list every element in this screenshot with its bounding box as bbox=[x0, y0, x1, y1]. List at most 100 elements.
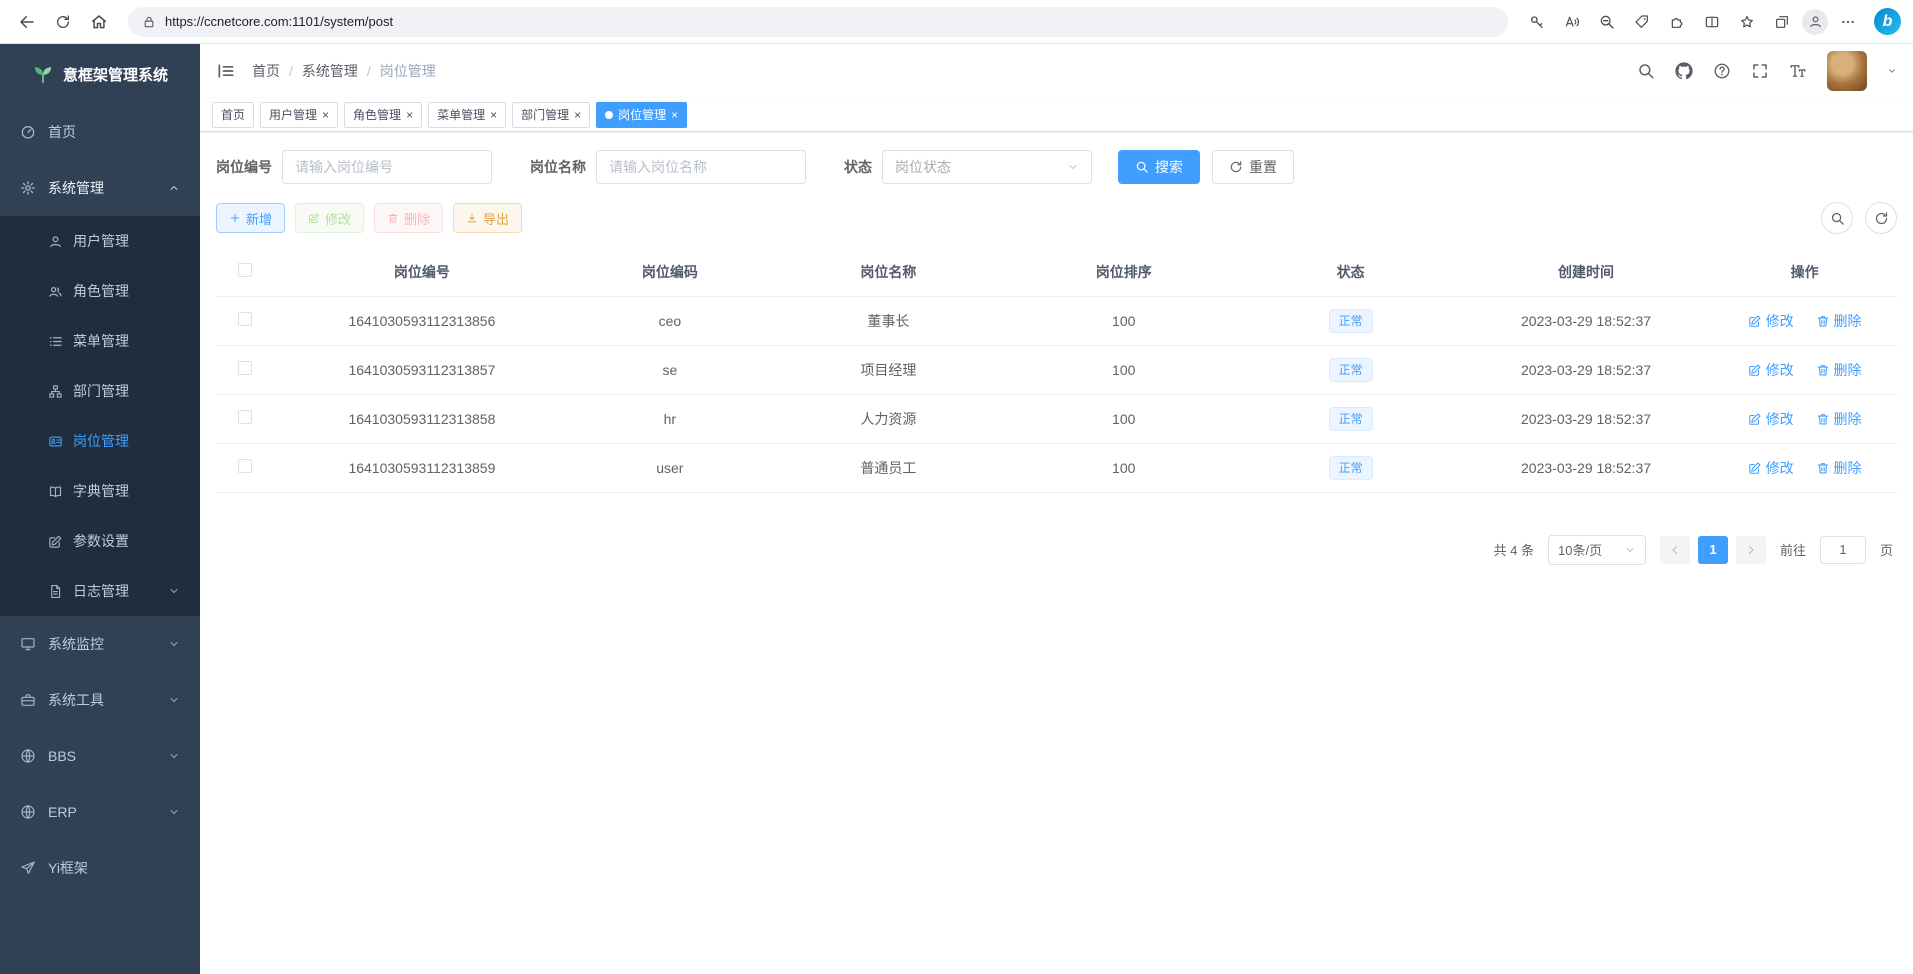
col-header-actions: 操作 bbox=[1712, 248, 1897, 296]
sidebar-item-user-management[interactable]: 用户管理 bbox=[0, 216, 200, 266]
row-edit-button[interactable]: 修改 bbox=[1748, 311, 1794, 331]
cell-post-code: hr bbox=[569, 394, 771, 443]
row-delete-button[interactable]: 删除 bbox=[1816, 409, 1862, 429]
breadcrumb-home[interactable]: 首页 bbox=[252, 61, 280, 81]
system-submenu: 用户管理 角色管理 菜单管理 部门管理 bbox=[0, 216, 200, 616]
favorites-button[interactable] bbox=[1732, 7, 1762, 37]
sidebar-item-label: 日志管理 bbox=[73, 581, 129, 601]
collections-button[interactable] bbox=[1767, 7, 1797, 37]
tab-post-management[interactable]: 岗位管理 × bbox=[596, 102, 687, 128]
row-delete-button[interactable]: 删除 bbox=[1816, 360, 1862, 380]
users-icon bbox=[48, 284, 63, 299]
app-header: 首页 / 系统管理 / 岗位管理 bbox=[200, 44, 1913, 98]
address-bar[interactable]: https://ccnetcore.com:1101/system/post bbox=[128, 7, 1508, 37]
back-button[interactable] bbox=[12, 7, 42, 37]
browser-toolbar-icons: b bbox=[1522, 7, 1901, 37]
export-button[interactable]: 导出 bbox=[453, 203, 522, 233]
font-size-icon[interactable] bbox=[1789, 62, 1807, 80]
post-name-input[interactable] bbox=[596, 150, 806, 184]
github-icon[interactable] bbox=[1675, 62, 1693, 80]
tab-user-management[interactable]: 用户管理 × bbox=[260, 102, 338, 128]
sidebar-collapse-icon[interactable] bbox=[216, 61, 236, 81]
sidebar-item-home[interactable]: 首页 bbox=[0, 104, 200, 160]
read-aloud-button[interactable] bbox=[1557, 7, 1587, 37]
fullscreen-icon[interactable] bbox=[1751, 62, 1769, 80]
sidebar-item-parameter-settings[interactable]: 参数设置 bbox=[0, 516, 200, 566]
browser-profile-avatar[interactable] bbox=[1802, 9, 1828, 35]
extensions-button[interactable] bbox=[1662, 7, 1692, 37]
close-icon[interactable]: × bbox=[490, 109, 497, 121]
page-size-select[interactable]: 10条/页 bbox=[1548, 535, 1646, 565]
sidebar-item-label: 系统监控 bbox=[48, 634, 104, 654]
sidebar-item-menu-management[interactable]: 菜单管理 bbox=[0, 316, 200, 366]
page-1-button[interactable]: 1 bbox=[1698, 536, 1728, 564]
search-button-label: 搜索 bbox=[1155, 157, 1183, 177]
cell-post-id: 1641030593112313859 bbox=[275, 443, 569, 492]
cell-post-name: 人力资源 bbox=[771, 394, 1006, 443]
status-tag: 正常 bbox=[1329, 456, 1373, 480]
badge-icon bbox=[48, 434, 63, 449]
add-button[interactable]: 新增 bbox=[216, 203, 285, 233]
add-button-label: 新增 bbox=[246, 209, 272, 228]
close-icon[interactable]: × bbox=[406, 109, 413, 121]
sidebar-item-system-management[interactable]: 系统管理 bbox=[0, 160, 200, 216]
help-icon[interactable] bbox=[1713, 62, 1731, 80]
tab-role-management[interactable]: 角色管理 × bbox=[344, 102, 422, 128]
close-icon[interactable]: × bbox=[574, 109, 581, 121]
tab-home[interactable]: 首页 bbox=[212, 102, 254, 128]
site-info-lock-icon[interactable] bbox=[142, 15, 156, 29]
col-header-status: 状态 bbox=[1241, 248, 1460, 296]
row-checkbox[interactable] bbox=[238, 410, 252, 424]
select-all-checkbox[interactable] bbox=[238, 263, 252, 277]
row-checkbox[interactable] bbox=[238, 459, 252, 473]
sidebar-item-system-monitor[interactable]: 系统监控 bbox=[0, 616, 200, 672]
sidebar-item-label: 角色管理 bbox=[73, 281, 129, 301]
status-select[interactable]: 岗位状态 bbox=[882, 150, 1092, 184]
row-edit-button[interactable]: 修改 bbox=[1748, 360, 1794, 380]
sidebar-item-label: 用户管理 bbox=[73, 231, 129, 251]
sidebar-item-post-management[interactable]: 岗位管理 bbox=[0, 416, 200, 466]
close-icon[interactable]: × bbox=[671, 109, 678, 121]
sidebar-item-department-management[interactable]: 部门管理 bbox=[0, 366, 200, 416]
row-checkbox[interactable] bbox=[238, 361, 252, 375]
reload-button[interactable] bbox=[48, 7, 78, 37]
page-content: 岗位编号 岗位名称 状态 岗位状态 搜索 重置 bbox=[200, 132, 1913, 974]
toggle-search-button[interactable] bbox=[1821, 202, 1853, 234]
browser-menu-button[interactable] bbox=[1833, 7, 1863, 37]
sidebar-item-log-management[interactable]: 日志管理 bbox=[0, 566, 200, 616]
row-delete-button[interactable]: 删除 bbox=[1816, 311, 1862, 331]
refresh-table-button[interactable] bbox=[1865, 202, 1897, 234]
sidebar-item-yi-framework[interactable]: Yi框架 bbox=[0, 840, 200, 896]
user-avatar[interactable] bbox=[1827, 51, 1867, 91]
reset-button[interactable]: 重置 bbox=[1212, 150, 1294, 184]
breadcrumb-system[interactable]: 系统管理 bbox=[302, 61, 358, 81]
sidebar-item-role-management[interactable]: 角色管理 bbox=[0, 266, 200, 316]
sidebar-item-dictionary-management[interactable]: 字典管理 bbox=[0, 466, 200, 516]
page-size-value: 10条/页 bbox=[1558, 540, 1602, 559]
sidebar-item-label: 系统管理 bbox=[48, 178, 104, 198]
sidebar-item-erp[interactable]: ERP bbox=[0, 784, 200, 840]
row-edit-button[interactable]: 修改 bbox=[1748, 458, 1794, 478]
tab-department-management[interactable]: 部门管理 × bbox=[512, 102, 590, 128]
search-button[interactable]: 搜索 bbox=[1118, 150, 1200, 184]
sidebar-item-label: 参数设置 bbox=[73, 531, 129, 551]
browser-essentials-button[interactable] bbox=[1627, 7, 1657, 37]
row-checkbox[interactable] bbox=[238, 312, 252, 326]
split-screen-button[interactable] bbox=[1697, 7, 1727, 37]
zoom-button[interactable] bbox=[1592, 7, 1622, 37]
post-code-input[interactable] bbox=[282, 150, 492, 184]
user-menu-caret-icon[interactable] bbox=[1887, 66, 1897, 76]
header-search-icon[interactable] bbox=[1637, 62, 1655, 80]
sidebar-item-bbs[interactable]: BBS bbox=[0, 728, 200, 784]
row-edit-button[interactable]: 修改 bbox=[1748, 409, 1794, 429]
sidebar-item-system-tools[interactable]: 系统工具 bbox=[0, 672, 200, 728]
browser-home-button[interactable] bbox=[84, 7, 114, 37]
row-delete-button[interactable]: 删除 bbox=[1816, 458, 1862, 478]
close-icon[interactable]: × bbox=[322, 109, 329, 121]
password-key-button[interactable] bbox=[1522, 7, 1552, 37]
goto-page-input[interactable] bbox=[1820, 536, 1866, 564]
tab-menu-management[interactable]: 菜单管理 × bbox=[428, 102, 506, 128]
app-logo[interactable]: 意框架管理系统 bbox=[0, 44, 200, 104]
cell-post-name: 董事长 bbox=[771, 296, 1006, 345]
bing-icon[interactable]: b bbox=[1874, 8, 1901, 35]
